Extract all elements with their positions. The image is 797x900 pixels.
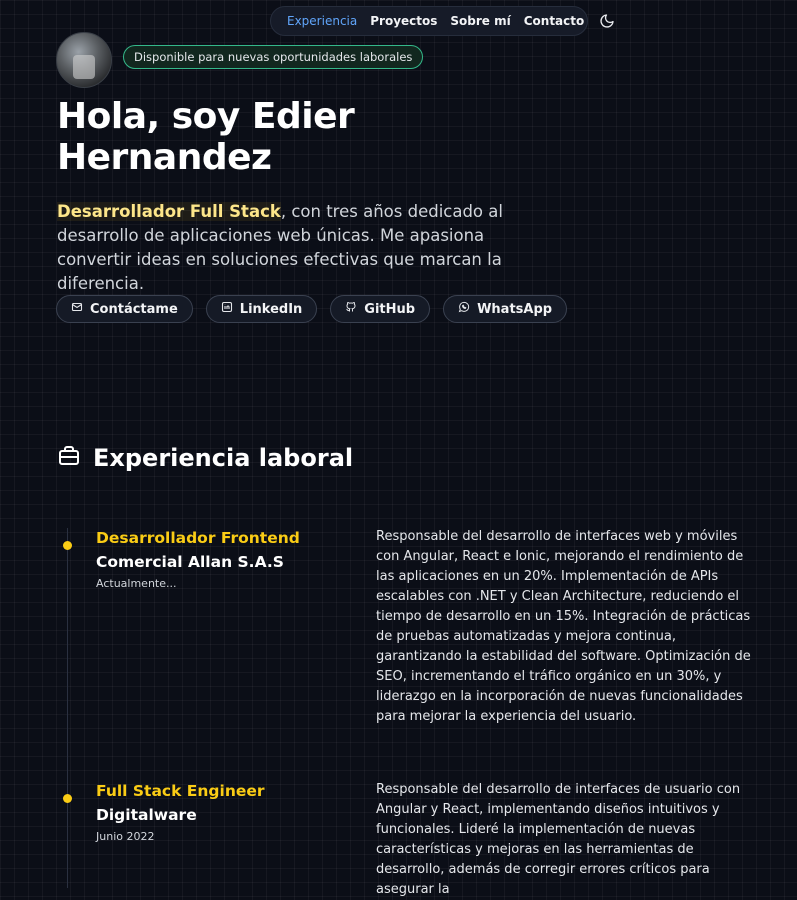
page-title: Hola, soy Edier Hernandez	[57, 96, 437, 178]
contact-button-label: Contáctame	[90, 301, 178, 317]
github-button-label: GitHub	[364, 301, 416, 317]
contact-button[interactable]: Contáctame	[56, 295, 193, 323]
github-icon	[345, 301, 357, 317]
title-line-1: Hola, soy Edier	[57, 96, 355, 137]
github-button[interactable]: GitHub	[330, 295, 431, 323]
intro-highlight: Desarrollador Full Stack	[57, 202, 281, 221]
job-date: Junio 2022	[96, 830, 155, 843]
job-company: Comercial Allan S.A.S	[96, 553, 284, 571]
avatar	[56, 32, 112, 88]
availability-badge: Disponible para nuevas oportunidades lab…	[123, 45, 424, 69]
timeline-dot	[63, 541, 72, 550]
whatsapp-button[interactable]: WhatsApp	[443, 295, 568, 323]
moon-icon[interactable]	[599, 13, 615, 29]
nav-item-proyectos[interactable]: Proyectos	[370, 14, 437, 28]
intro-text: Desarrollador Full Stack, con tres años …	[57, 200, 557, 296]
job-role: Desarrollador Frontend	[96, 529, 300, 547]
timeline-dot	[63, 794, 72, 803]
whatsapp-icon	[458, 301, 470, 317]
top-nav: Experiencia Proyectos Sobre mí Contacto	[270, 6, 614, 36]
title-line-2: Hernandez	[57, 137, 272, 178]
contact-buttons: Contáctame LinkedIn GitHub WhatsApp	[56, 295, 568, 323]
linkedin-button[interactable]: LinkedIn	[205, 295, 318, 323]
nav-item-contacto[interactable]: Contacto	[524, 14, 585, 28]
nav-item-sobre-mi[interactable]: Sobre mí	[450, 14, 510, 28]
mail-icon	[71, 301, 83, 317]
briefcase-icon	[57, 444, 81, 472]
job-date: Actualmente...	[96, 577, 177, 590]
whatsapp-button-label: WhatsApp	[477, 301, 553, 317]
job-company: Digitalware	[96, 806, 197, 824]
timeline-line	[67, 528, 68, 888]
linkedin-icon	[221, 301, 233, 317]
experience-heading: Experiencia laboral	[57, 444, 353, 472]
job-description: Responsable del desarrollo de interfaces…	[376, 529, 751, 724]
job-description: Responsable del desarrollo de interfaces…	[376, 782, 741, 897]
experience-title: Experiencia laboral	[93, 444, 354, 472]
job-role: Full Stack Engineer	[96, 782, 265, 800]
nav-item-experiencia[interactable]: Experiencia	[287, 14, 357, 28]
linkedin-button-label: LinkedIn	[239, 301, 303, 317]
